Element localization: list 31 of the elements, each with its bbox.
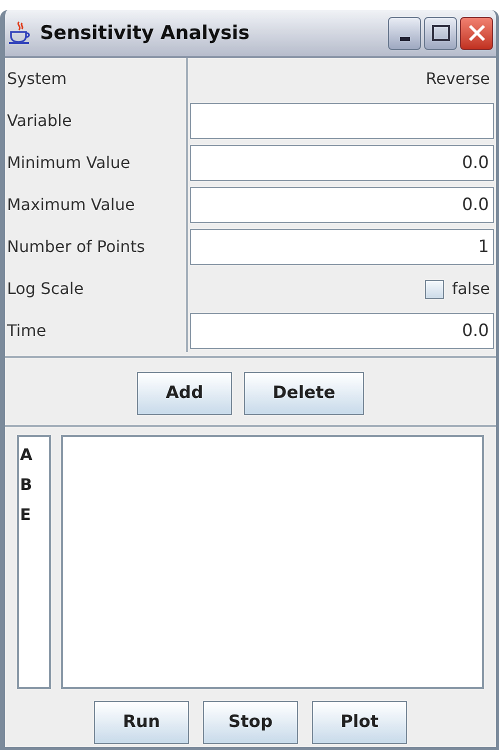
minimize-button[interactable] [388,16,421,50]
property-value: Reverse [426,68,491,90]
action-button[interactable]: Add [137,372,232,415]
checkbox[interactable] [424,280,444,298]
action-button[interactable]: Stop [203,701,298,744]
variable-item[interactable]: A [20,443,49,473]
window-title: Sensitivity Analysis [40,20,250,46]
property-label: System [7,68,67,90]
variable-item[interactable]: B [20,473,49,503]
input-field[interactable]: 0.0 [190,145,494,181]
minimize-icon [400,36,410,40]
variable-item[interactable]: E [20,503,49,533]
maximize-icon [432,25,450,41]
close-icon [468,24,486,42]
checkbox-label: false [452,278,490,300]
input-field[interactable]: 1 [190,229,494,265]
maximize-button[interactable] [424,16,457,50]
input-field[interactable] [190,103,494,139]
property-label: Minimum Value [7,152,130,174]
input-field[interactable]: 0.0 [190,187,494,223]
property-label: Time [7,320,46,342]
action-button[interactable]: Run [94,701,189,744]
close-button[interactable] [460,16,493,50]
input-field[interactable]: 0.0 [190,313,494,349]
property-label: Log Scale [7,278,84,300]
action-button[interactable]: Plot [312,701,407,744]
property-label: Variable [7,110,72,132]
coffee-cup-icon [8,20,32,46]
property-label: Number of Points [7,236,145,258]
property-label: Maximum Value [7,194,135,216]
action-button[interactable]: Delete [244,372,364,415]
